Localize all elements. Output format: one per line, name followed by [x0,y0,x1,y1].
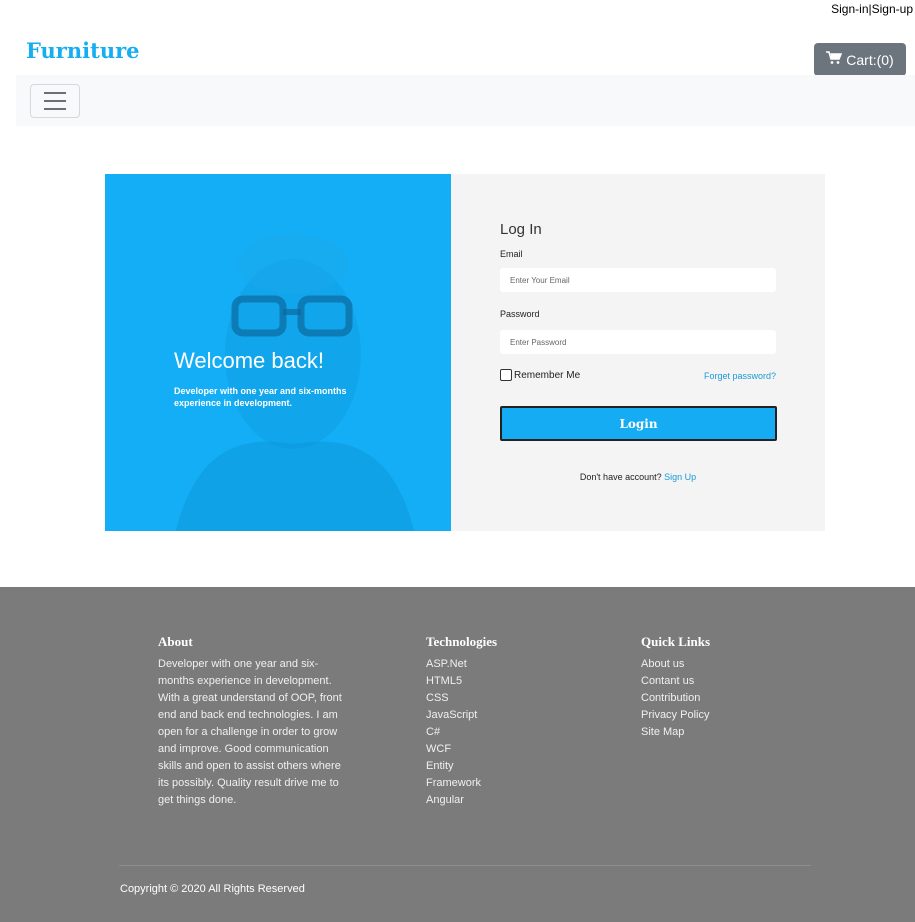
cart-button[interactable]: Cart:(0) [814,43,906,76]
remember-label: Remember Me [514,369,581,381]
quick-link-contact-us[interactable]: Contant us [641,673,710,690]
password-label: Password [500,309,540,319]
tech-item: Framework [426,777,482,789]
top-bar: Sign-in|Sign-up [0,0,915,22]
about-text: Developer with one year and six-months e… [158,658,342,806]
remember-me[interactable]: Remember Me [500,369,580,381]
quick-link-contribution[interactable]: Contribution [641,690,710,707]
footer-technologies: Technologies ASP.Net HTML5 CSS JavaScrip… [426,634,497,809]
hamburger-menu-button[interactable] [30,84,80,118]
navbar [16,75,915,126]
tech-item: CSS [426,692,449,704]
email-input[interactable] [500,268,776,292]
welcome-panel: Welcome back! Developer with one year an… [105,174,451,531]
about-title: About [158,634,193,649]
technologies-title: Technologies [426,634,498,649]
auth-links: Sign-in|Sign-up [831,2,913,16]
forgot-password-link[interactable]: Forget password? [704,371,776,381]
remember-checkbox[interactable] [500,369,512,381]
tech-item: Entity [426,760,454,772]
copyright: Copyright © 2020 All Rights Reserved [120,883,305,895]
tech-item: ASP.Net [426,658,467,670]
welcome-subtitle: Developer with one year and six-months e… [174,386,347,408]
welcome-title: Welcome back! [174,348,324,373]
signup-top-link[interactable]: Sign-up [872,2,913,16]
tech-item: WCF [426,743,452,755]
email-label: Email [500,249,523,259]
footer: About Developer with one year and six-mo… [0,587,915,922]
no-account-text: Don't have account? [579,472,662,482]
cart-label: Cart:(0) [846,51,894,68]
brand-logo[interactable]: Furniture [26,38,140,63]
cart-icon [826,51,843,68]
quick-links-title: Quick Links [641,634,711,649]
quick-link-about-us[interactable]: About us [641,656,710,673]
footer-divider [119,865,811,866]
password-input[interactable] [500,330,776,354]
tech-item: Angular [426,794,464,806]
tech-item: C# [426,726,441,738]
login-button[interactable]: Login [500,406,777,441]
login-card: Welcome back! Developer with one year an… [105,174,825,531]
footer-about: About Developer with one year and six-mo… [158,634,348,809]
quick-link-privacy-policy[interactable]: Privacy Policy [641,707,710,724]
signin-link[interactable]: Sign-in [831,2,868,16]
tech-item: HTML5 [426,675,463,687]
hamburger-icon [44,92,66,94]
tech-item: JavaScript [426,709,478,721]
login-form-panel: Log In Email Password Remember Me Forget… [451,174,825,531]
signup-link[interactable]: Sign Up [664,472,696,482]
signup-prompt: Don't have account? Sign Up [451,472,825,482]
quick-link-site-map[interactable]: Site Map [641,724,710,741]
footer-quick-links: Quick Links About us Contant us Contribu… [641,634,710,741]
login-title: Log In [500,221,542,238]
